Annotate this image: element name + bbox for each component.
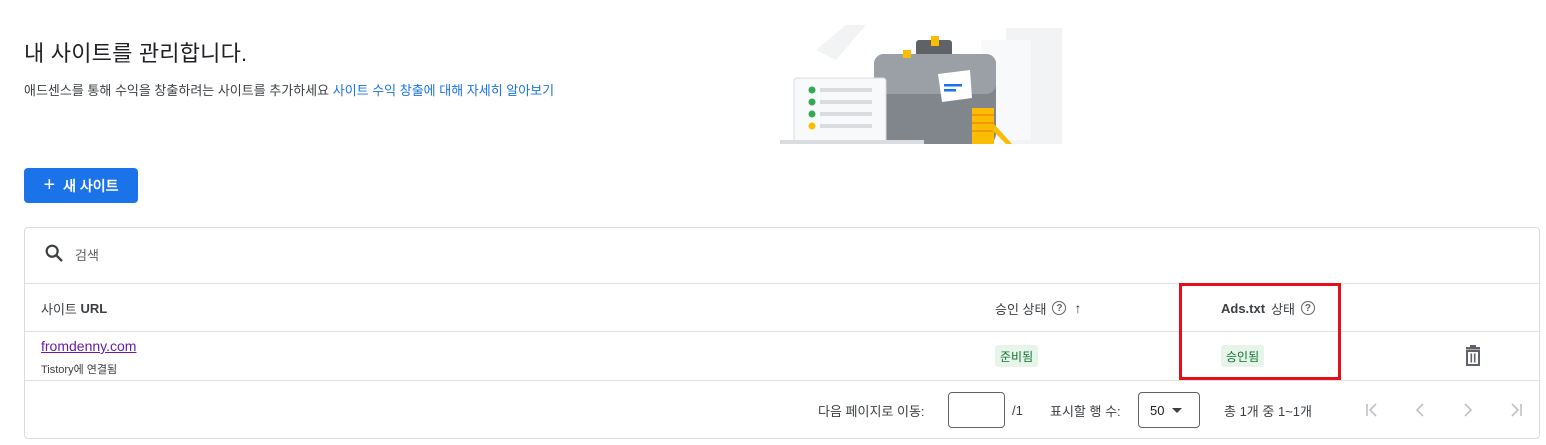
rows-per-page-label: 표시할 행 수: [1050, 403, 1121, 419]
sites-illustration [780, 25, 1062, 144]
approval-header-label: 승인 상태 [995, 301, 1047, 317]
page-number-input[interactable] [948, 392, 1005, 428]
page-title: 내 사이트를 관리합니다. [24, 41, 248, 66]
column-header-adstxt[interactable]: Ads.txt 상태 ? [1221, 284, 1315, 332]
search-icon [43, 242, 65, 269]
goto-page-label: 다음 페이지로 이동: [818, 403, 925, 419]
table-row: fromdenny.com Tistory에 연결됨 준비됨 승인됨 [25, 332, 1539, 381]
search-bar [25, 228, 1539, 284]
approval-status-badge: 준비됨 [995, 345, 1039, 367]
help-icon[interactable]: ? [1300, 301, 1315, 315]
first-page-icon[interactable] [1357, 395, 1387, 425]
search-input[interactable] [75, 248, 475, 263]
previous-page-icon[interactable] [1405, 395, 1435, 425]
page-total: /1 [1012, 402, 1023, 418]
pagination-range: 총 1개 중 1~1개 [1224, 403, 1312, 419]
next-page-icon[interactable] [1453, 395, 1483, 425]
page-subtitle: 애드센스를 통해 수익을 창출하려는 사이트를 추가하세요 사이트 수익 창출에… [24, 80, 554, 99]
column-header-approval[interactable]: 승인 상태 ? ↑ [995, 284, 1081, 332]
rows-per-page-value: 50 [1150, 402, 1165, 418]
rows-per-page-select[interactable]: 50 [1138, 392, 1200, 428]
add-site-label: 새 사이트 [63, 177, 119, 194]
site-url-header-prefix: 사이트 [41, 301, 81, 317]
pagination-bar: 다음 페이지로 이동: /1 표시할 행 수: 50 총 1개 중 1~1개 [25, 381, 1539, 439]
adstxt-header-rest: 상태 [1271, 301, 1295, 317]
delete-icon[interactable] [1463, 345, 1483, 367]
sites-table-card: 사이트 URL 승인 상태 ? ↑ Ads.txt 상태 ? fromdenny… [24, 227, 1540, 439]
adstxt-header-bold: Ads.txt [1221, 300, 1266, 316]
site-connection-text: Tistory에 연결됨 [41, 364, 118, 376]
sort-arrow-up-icon[interactable]: ↑ [1074, 300, 1081, 316]
learn-more-link[interactable]: 사이트 수익 창출에 대해 자세히 알아보기 [333, 83, 554, 98]
add-site-button[interactable]: + 새 사이트 [24, 168, 138, 203]
last-page-icon[interactable] [1501, 395, 1531, 425]
site-url-header-bold: URL [80, 300, 108, 316]
chevron-down-icon [1172, 407, 1183, 413]
subtitle-text: 애드센스를 통해 수익을 창출하려는 사이트를 추가하세요 [24, 83, 330, 98]
table-header: 사이트 URL 승인 상태 ? ↑ Ads.txt 상태 ? [25, 284, 1539, 332]
site-url-link[interactable]: fromdenny.com [41, 338, 136, 354]
adstxt-status-badge: 승인됨 [1221, 345, 1265, 367]
column-header-site-url[interactable]: 사이트 URL [41, 284, 107, 332]
help-icon[interactable]: ? [1052, 301, 1067, 315]
plus-icon: + [43, 173, 56, 196]
